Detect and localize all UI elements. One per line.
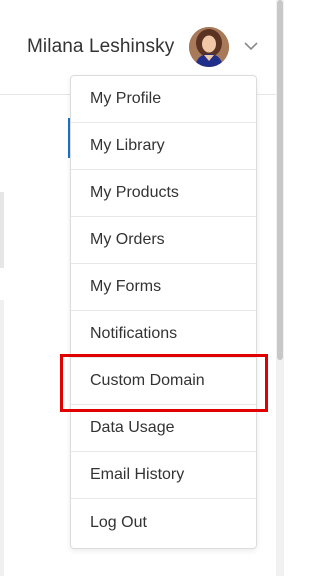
background-panel-edge [0, 192, 4, 268]
menu-item-custom-domain[interactable]: Custom Domain [71, 358, 256, 405]
menu-item-my-orders[interactable]: My Orders [71, 217, 256, 264]
menu-item-my-profile[interactable]: My Profile [71, 76, 256, 123]
menu-item-label: My Products [90, 184, 179, 201]
chevron-down-icon[interactable] [243, 40, 259, 52]
scrollbar-thumb[interactable] [277, 0, 283, 360]
menu-item-email-history[interactable]: Email History [71, 452, 256, 499]
background-panel-edge [0, 300, 4, 576]
menu-item-log-out[interactable]: Log Out [71, 499, 256, 546]
menu-item-data-usage[interactable]: Data Usage [71, 405, 256, 452]
menu-item-label: Log Out [90, 513, 147, 531]
avatar-image [189, 27, 229, 67]
menu-item-label: My Profile [90, 90, 162, 107]
user-avatar[interactable] [189, 27, 229, 67]
menu-item-label: Custom Domain [90, 372, 205, 389]
menu-item-my-forms[interactable]: My Forms [71, 264, 256, 311]
user-dropdown-menu: My Profile My Library My Products My Ord… [70, 75, 257, 549]
menu-item-label: My Library [90, 137, 165, 154]
page: Milana Leshinsky My Profile My Library M… [0, 0, 284, 576]
menu-item-my-products[interactable]: My Products [71, 170, 256, 217]
menu-item-my-library[interactable]: My Library [71, 123, 256, 170]
page-scrollbar[interactable] [276, 0, 284, 576]
menu-item-label: Data Usage [90, 419, 175, 436]
menu-item-label: My Forms [90, 278, 162, 295]
user-name[interactable]: Milana Leshinsky [27, 36, 174, 58]
menu-item-notifications[interactable]: Notifications [71, 311, 256, 358]
menu-item-label: Email History [90, 466, 185, 483]
menu-item-label: Notifications [90, 325, 178, 342]
menu-item-label: My Orders [90, 231, 165, 248]
